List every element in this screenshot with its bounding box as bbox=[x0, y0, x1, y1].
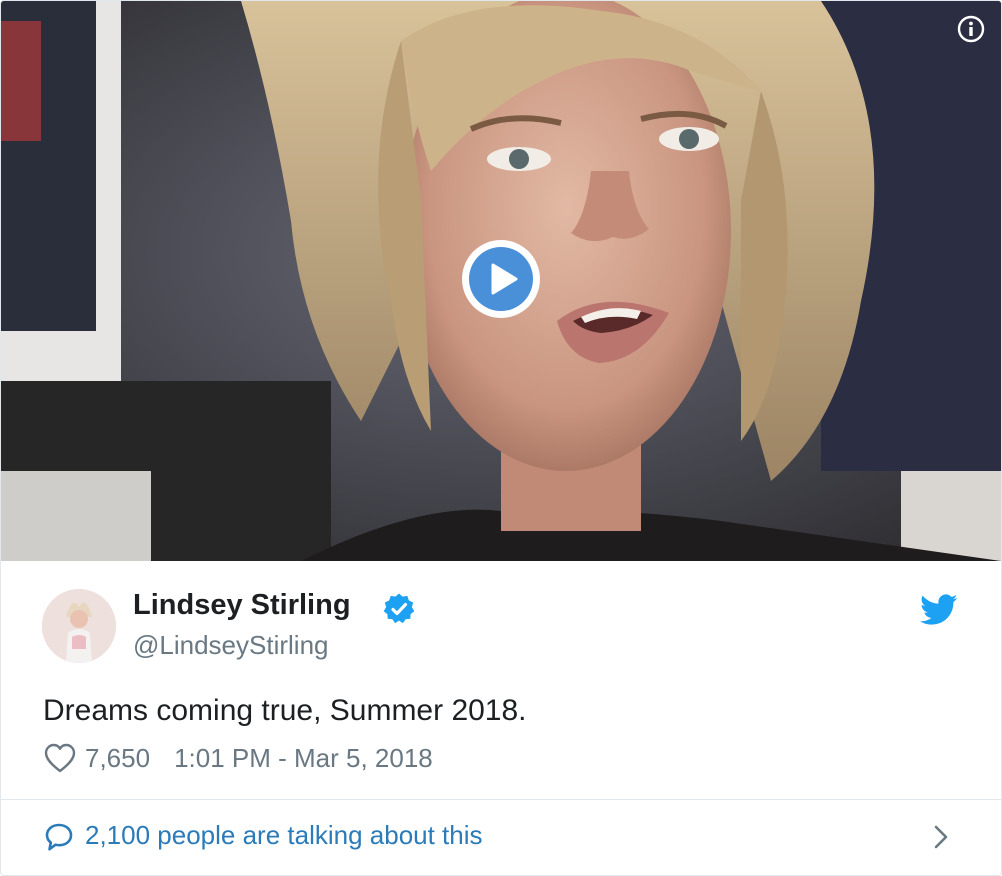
conversation-count-label[interactable]: 2,100 people are talking about this bbox=[85, 820, 483, 851]
tweet-text: Dreams coming true, Summer 2018. bbox=[43, 694, 527, 727]
tweet-meta: 7,650 1:01 PM - Mar 5, 2018 bbox=[43, 741, 433, 775]
avatar-image bbox=[42, 589, 116, 663]
play-icon[interactable] bbox=[460, 238, 542, 320]
info-icon[interactable] bbox=[957, 15, 985, 43]
chevron-right-icon[interactable] bbox=[929, 824, 953, 850]
heart-icon[interactable] bbox=[43, 742, 77, 774]
twitter-bird-icon[interactable] bbox=[920, 594, 958, 626]
video-player[interactable] bbox=[1, 1, 1001, 561]
like-count[interactable]: 7,650 bbox=[85, 743, 150, 774]
tweet-body: Lindsey Stirling @LindseyStirling Dreams… bbox=[1, 561, 1001, 799]
author-handle[interactable]: @LindseyStirling bbox=[133, 630, 328, 661]
tweet-timestamp[interactable]: 1:01 PM - Mar 5, 2018 bbox=[174, 743, 433, 774]
speech-bubble-icon bbox=[45, 823, 73, 851]
conversation-link[interactable]: 2,100 people are talking about this bbox=[1, 799, 1001, 875]
verified-badge-icon bbox=[383, 593, 415, 624]
tweet-embed-card: Lindsey Stirling @LindseyStirling Dreams… bbox=[0, 0, 1002, 876]
author-name[interactable]: Lindsey Stirling bbox=[133, 589, 351, 622]
avatar[interactable] bbox=[42, 589, 116, 663]
